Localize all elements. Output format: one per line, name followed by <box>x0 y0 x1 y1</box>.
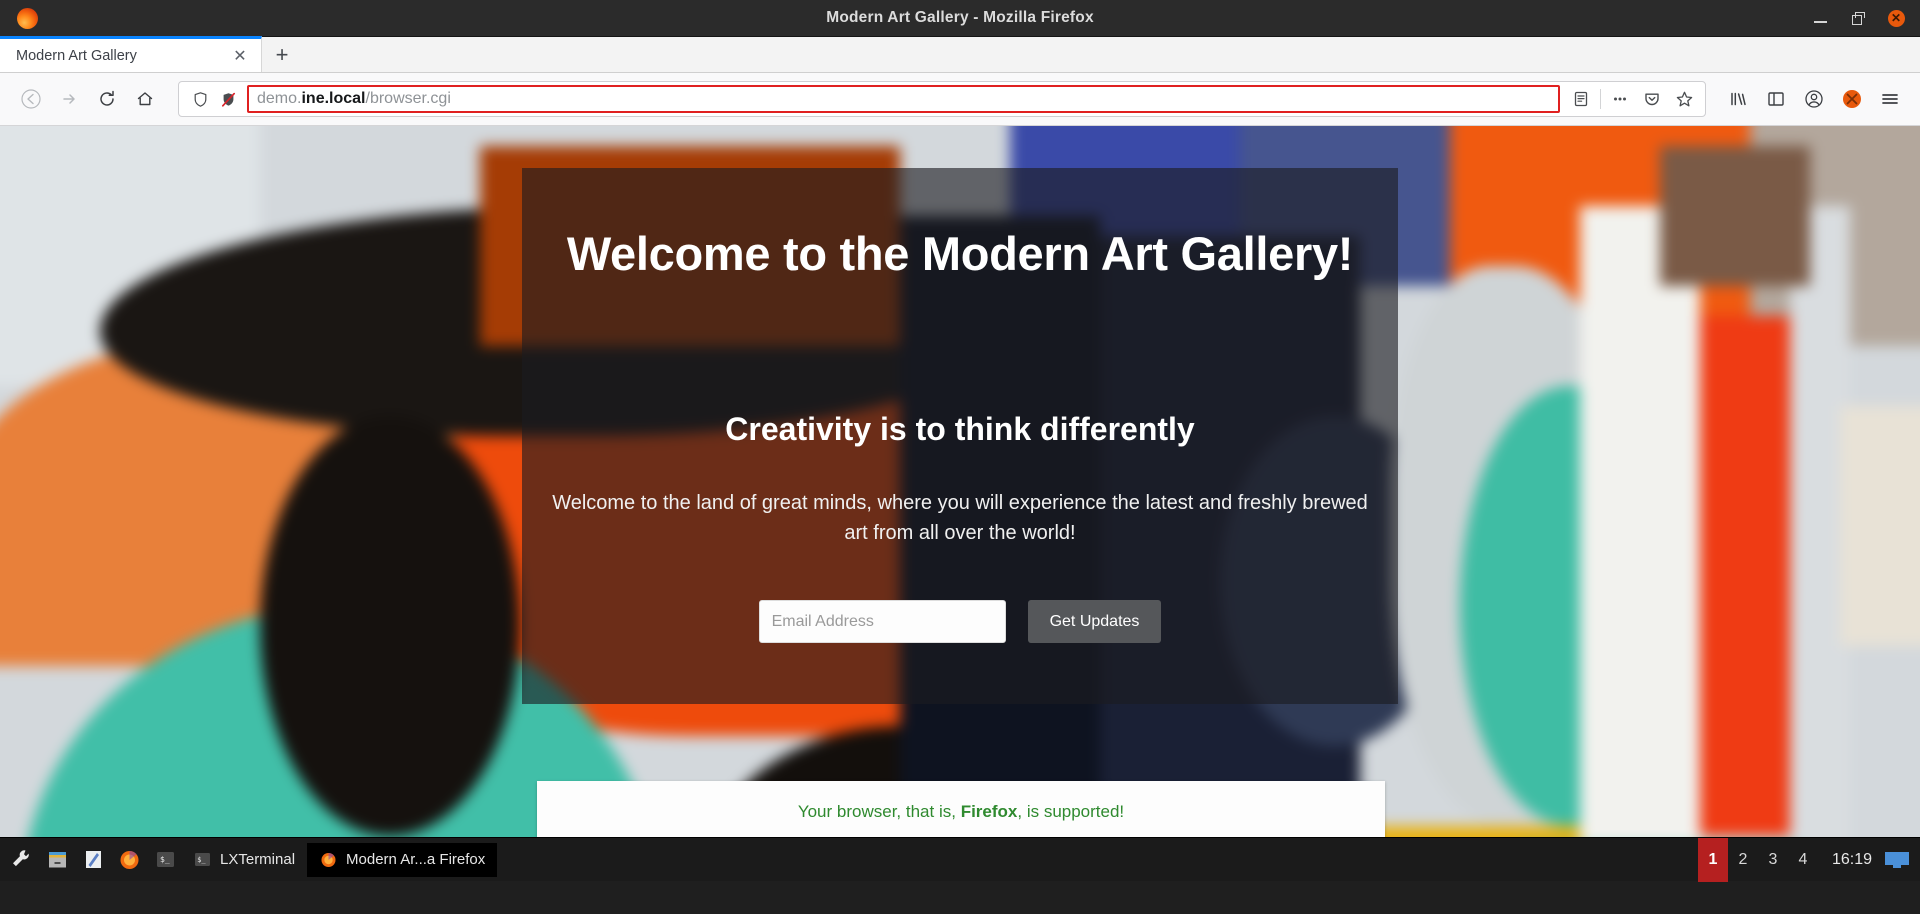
terminal-icon[interactable]: $_ <box>150 844 181 875</box>
toolbar-divider <box>1600 89 1601 109</box>
svg-text:$_: $_ <box>160 855 170 864</box>
workspace-2[interactable]: 2 <box>1728 838 1758 882</box>
reload-icon[interactable] <box>88 80 126 118</box>
terminal-icon: $_ <box>195 853 210 866</box>
taskbar-window-label: LXTerminal <box>220 851 296 868</box>
launcher-icons: $_ <box>0 844 181 875</box>
svg-text:$_: $_ <box>197 856 206 864</box>
workspace-3[interactable]: 3 <box>1758 838 1788 882</box>
navigation-toolbar: demo.ine.local/browser.cgi <box>0 73 1920 126</box>
hero-panel: Welcome to the Modern Art Gallery! Creat… <box>522 168 1398 704</box>
banner-browser: Firefox <box>960 802 1018 821</box>
pocket-icon[interactable] <box>1637 86 1667 112</box>
email-field[interactable]: Email Address <box>758 600 1006 643</box>
minimize-button[interactable] <box>1810 8 1830 28</box>
banner-suffix: , is supported! <box>1017 802 1125 821</box>
reader-view-icon[interactable] <box>1566 86 1596 112</box>
sidebar-icon[interactable] <box>1758 81 1794 117</box>
taskbar-window-firefox[interactable]: Modern Ar...a Firefox <box>307 842 498 877</box>
clock[interactable]: 16:19 <box>1818 851 1884 869</box>
hamburger-menu-icon[interactable] <box>1872 81 1908 117</box>
star-icon[interactable] <box>1669 86 1699 112</box>
url-domain: ine.local <box>301 90 366 107</box>
address-bar[interactable]: demo.ine.local/browser.cgi <box>178 81 1706 117</box>
url-prefix: demo. <box>257 90 302 107</box>
page-title: Welcome to the Modern Art Gallery! <box>566 227 1354 280</box>
back-arrow-icon[interactable] <box>12 80 50 118</box>
maximize-button[interactable] <box>1848 8 1868 28</box>
firefox-icon <box>10 7 44 29</box>
account-icon[interactable] <box>1796 81 1832 117</box>
workspace-4[interactable]: 4 <box>1788 838 1818 882</box>
workspace-1[interactable]: 1 <box>1697 837 1728 882</box>
system-tray: 1 2 3 4 16:19 <box>1697 837 1920 882</box>
close-button[interactable]: ✕ <box>1886 8 1906 28</box>
extension-icon[interactable] <box>1834 81 1870 117</box>
forward-arrow-icon[interactable] <box>50 80 88 118</box>
url-text: demo.ine.local/browser.cgi <box>257 90 451 108</box>
url-actions <box>1560 86 1699 112</box>
text-editor-icon[interactable] <box>78 844 109 875</box>
tab-label: Modern Art Gallery <box>16 47 137 64</box>
file-manager-icon[interactable] <box>42 844 73 875</box>
desktop-taskbar: $_ $_ LXTerminal Modern Ar...a Firefox 1… <box>0 837 1920 882</box>
banner-text: Your browser, that is, Firefox, is suppo… <box>798 802 1124 822</box>
shield-icon[interactable] <box>187 86 213 112</box>
browser-tab[interactable]: Modern Art Gallery ✕ <box>0 36 262 72</box>
get-updates-button[interactable]: Get Updates <box>1027 600 1162 643</box>
home-icon[interactable] <box>126 80 164 118</box>
firefox-icon[interactable] <box>114 844 145 875</box>
monitor-icon[interactable] <box>1884 851 1910 869</box>
library-icon[interactable] <box>1720 81 1756 117</box>
banner-prefix: Your browser, that is, <box>797 802 961 821</box>
page-subtitle: Creativity is to think differently <box>725 411 1195 447</box>
tracking-protection-off-icon[interactable] <box>215 86 241 112</box>
wrench-icon[interactable] <box>6 844 37 875</box>
taskbar-window-lxterminal[interactable]: $_ LXTerminal <box>181 843 307 877</box>
url-path: /browser.cgi <box>365 90 451 107</box>
url-input[interactable]: demo.ine.local/browser.cgi <box>247 85 1560 113</box>
window-titlebar: Modern Art Gallery - Mozilla Firefox ✕ <box>0 0 1920 37</box>
firefox-icon <box>321 852 336 867</box>
page-description: Welcome to the land of great minds, wher… <box>552 492 1368 544</box>
new-tab-button[interactable]: + <box>262 38 302 72</box>
window-title: Modern Art Gallery - Mozilla Firefox <box>826 9 1094 26</box>
window-controls: ✕ <box>1810 8 1920 28</box>
tab-strip: Modern Art Gallery ✕ + <box>0 36 1920 73</box>
browser-support-banner: Your browser, that is, Firefox, is suppo… <box>537 781 1385 837</box>
web-page-content: Welcome to the Modern Art Gallery! Creat… <box>0 126 1920 837</box>
ellipsis-icon[interactable] <box>1605 86 1635 112</box>
subscribe-form: Email Address Get Updates <box>758 600 1162 643</box>
toolbar-right-buttons <box>1720 81 1908 117</box>
identity-box <box>185 86 245 112</box>
close-icon[interactable]: ✕ <box>229 45 251 67</box>
taskbar-window-label: Modern Ar...a Firefox <box>346 851 486 868</box>
